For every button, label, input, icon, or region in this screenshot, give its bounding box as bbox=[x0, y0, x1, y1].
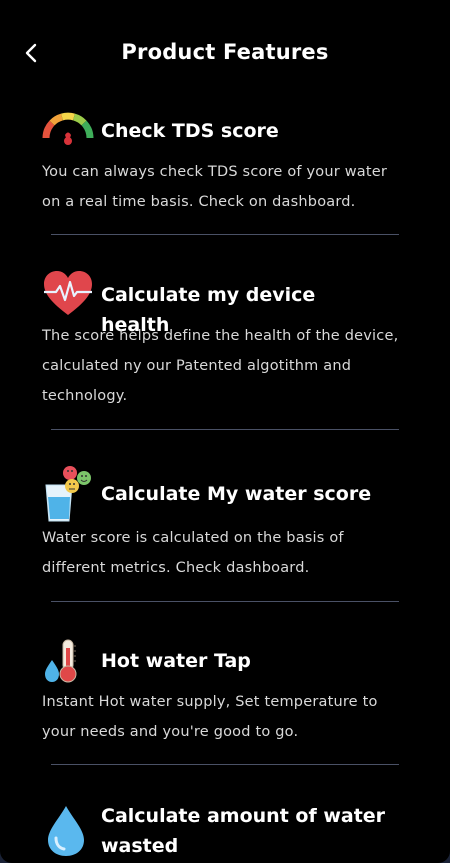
feature-title: Calculate amount of water wasted bbox=[101, 805, 386, 857]
feature-description: Instant Hot water supply, Set temperatur… bbox=[42, 694, 378, 740]
gauge-icon bbox=[42, 108, 94, 160]
product-features-screen: Product Features Check TDS score You can… bbox=[0, 0, 450, 863]
feature-title: Hot water Tap bbox=[101, 650, 251, 672]
divider bbox=[51, 764, 399, 765]
feature-description: The score helps define the health of the… bbox=[42, 328, 399, 404]
feature-title: Calculate My water score bbox=[101, 483, 372, 505]
water-glass-emoji-icon bbox=[42, 465, 94, 522]
page-title: Product Features bbox=[121, 40, 329, 64]
thermometer-drop-icon bbox=[42, 638, 94, 690]
divider bbox=[51, 234, 399, 235]
feature-description: You can always check TDS score of your w… bbox=[42, 164, 388, 210]
feature-title: Check TDS score bbox=[101, 120, 279, 142]
heart-pulse-icon bbox=[42, 270, 94, 322]
water-drop-icon bbox=[42, 804, 94, 856]
feature-description: Water score is calculated on the basis o… bbox=[42, 530, 344, 576]
divider bbox=[51, 429, 399, 430]
divider bbox=[51, 601, 399, 602]
header: Product Features bbox=[0, 0, 450, 112]
